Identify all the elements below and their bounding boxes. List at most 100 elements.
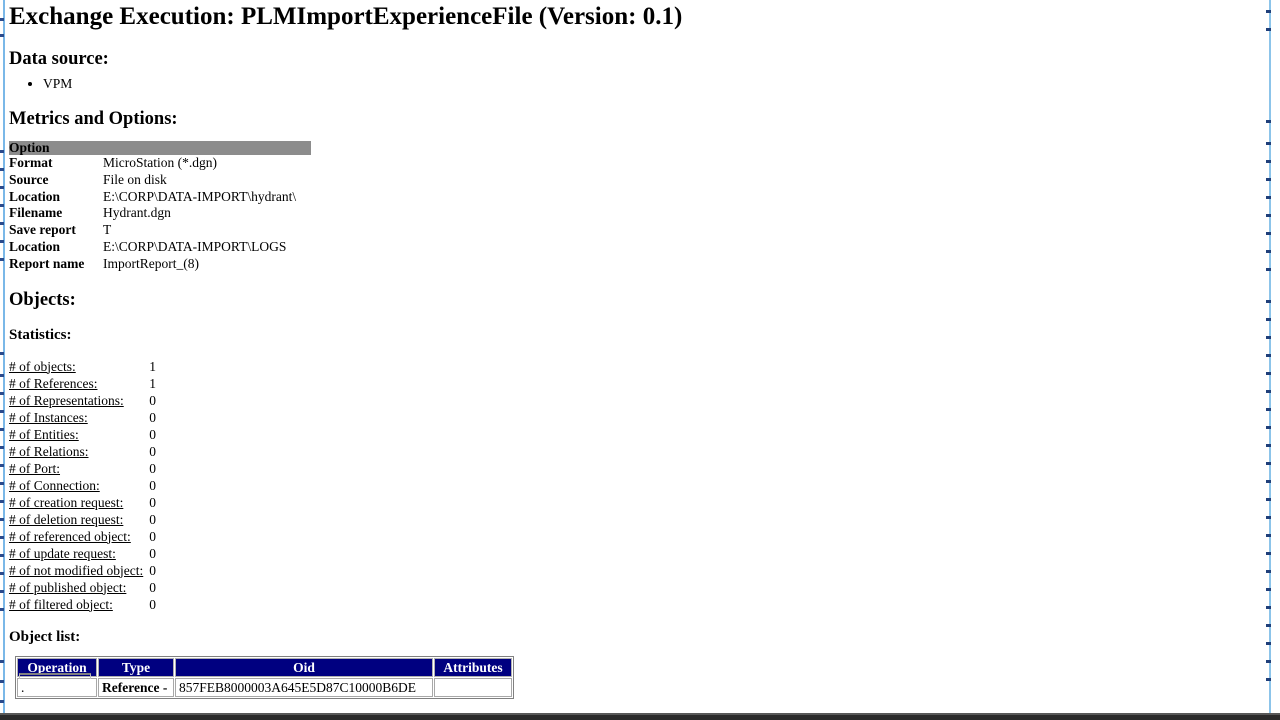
table-row: # of Port: 0 (9, 460, 193, 477)
rail-tick (0, 374, 4, 377)
statistic-value: 0 (149, 562, 156, 578)
statistics-heading: Statistics: (9, 326, 72, 343)
statistic-value: 0 (149, 596, 156, 612)
option-key: Save report (9, 222, 76, 238)
minimap-tick (1266, 606, 1271, 609)
statistic-label: # of Entities: (9, 426, 79, 442)
cell-operation: . (17, 677, 97, 697)
cell-oid: 857FEB8000003A645E5D87C10000B6DE (175, 677, 433, 697)
rail-tick (0, 554, 4, 557)
rail-tick (0, 186, 4, 189)
table-row: # of objects: 1 (9, 358, 193, 375)
statistic-label: # of not modified object: (9, 562, 144, 578)
table-row: Report name ImportReport_(8) (9, 256, 311, 273)
rail-tick (0, 34, 4, 37)
rail-tick (0, 392, 4, 395)
data-source-list: VPM (7, 76, 1252, 92)
document-minimap[interactable] (1260, 0, 1280, 713)
minimap-tick (1266, 372, 1271, 375)
minimap-tick (1266, 660, 1271, 663)
option-key: Source (9, 171, 49, 187)
left-gutter-rail (0, 0, 7, 713)
data-source-heading: Data source: (9, 49, 109, 69)
minimap-tick (1266, 10, 1271, 13)
statistic-value: 1 (149, 375, 156, 391)
window-bottom-bar (0, 713, 1280, 720)
minimap-tick (1266, 214, 1271, 217)
minimap-tick (1266, 516, 1271, 519)
rail-tick (0, 680, 4, 683)
statistic-value: 0 (149, 392, 156, 408)
minimap-tick (1266, 336, 1271, 339)
minimap-tick (1266, 178, 1271, 181)
table-row: Source File on disk (9, 172, 311, 189)
option-key: Format (9, 155, 53, 170)
table-row: # of Entities: 0 (9, 426, 193, 443)
left-rail-line (3, 0, 5, 713)
rail-tick (0, 150, 4, 153)
rail-tick (0, 352, 4, 355)
table-row: Filename Hydrant.dgn (9, 205, 311, 222)
statistic-value: 0 (149, 426, 156, 442)
statistic-value: 0 (149, 511, 156, 527)
rail-tick (0, 464, 4, 467)
table-row: Location E:\CORP\DATA-IMPORT\LOGS (9, 239, 311, 256)
minimap-tick (1266, 232, 1271, 235)
table-row: # of referenced object: 0 (9, 528, 193, 545)
option-key: Location (9, 188, 61, 204)
minimap-tick (1266, 408, 1271, 411)
table-row: # of deletion request: 0 (9, 511, 193, 528)
table-row: # of Relations: 0 (9, 443, 193, 460)
statistic-value: 0 (149, 409, 156, 425)
rail-tick (0, 590, 4, 593)
minimap-tick (1266, 120, 1271, 123)
column-header-type[interactable]: Type (98, 657, 174, 677)
minimap-tick (1266, 462, 1271, 465)
statistic-value: 0 (149, 545, 156, 561)
report-document: Exchange Execution: PLMImportExperienceF… (7, 0, 1252, 713)
objects-heading: Objects: (9, 289, 76, 310)
column-header-attributes[interactable]: Attributes (434, 657, 512, 677)
statistic-label: # of referenced object: (9, 528, 131, 544)
option-value: MicroStation (*.dgn) (103, 155, 217, 170)
rail-tick (0, 168, 4, 171)
table-row: # of filtered object: 0 (9, 596, 193, 613)
minimap-tick (1266, 624, 1271, 627)
option-value: T (103, 222, 112, 238)
minimap-tick (1266, 678, 1271, 681)
minimap-tick (1266, 426, 1271, 429)
object-list-heading: Object list: (9, 628, 81, 645)
statistic-value: 0 (149, 494, 156, 510)
rail-tick (0, 660, 4, 663)
cell-type: Reference - (98, 677, 174, 697)
statistic-label: # of creation request: (9, 494, 124, 510)
table-row: # of creation request: 0 (9, 494, 193, 511)
minimap-tick (1266, 498, 1271, 501)
rail-tick (0, 536, 4, 539)
statistic-label: # of Representations: (9, 392, 124, 408)
minimap-tick (1266, 250, 1271, 253)
minimap-tick (1266, 196, 1271, 199)
rail-tick (0, 572, 4, 575)
minimap-tick (1266, 390, 1271, 393)
minimap-tick (1266, 300, 1271, 303)
rail-tick (0, 518, 4, 521)
rail-tick (0, 700, 4, 703)
table-row[interactable]: . Reference - 857FEB8000003A645E5D87C100… (17, 677, 512, 697)
list-item: VPM (43, 76, 1252, 92)
minimap-tick (1266, 642, 1271, 645)
statistic-value: 0 (149, 477, 156, 493)
statistic-label: # of Instances: (9, 409, 88, 425)
bottom-bar-highlight (0, 713, 1280, 715)
statistic-value: 0 (149, 460, 156, 476)
column-header-oid[interactable]: Oid (175, 657, 433, 677)
statistic-label: # of objects: (9, 358, 76, 374)
table-row: # of Instances: 0 (9, 409, 193, 426)
table-row: # of References: 1 (9, 375, 193, 392)
cell-attributes (434, 677, 512, 697)
rail-tick (0, 608, 4, 611)
table-row: # of Connection: 0 (9, 477, 193, 494)
rail-tick (0, 428, 4, 431)
statistic-value: 0 (149, 579, 156, 595)
statistic-label: # of References: (9, 375, 98, 391)
